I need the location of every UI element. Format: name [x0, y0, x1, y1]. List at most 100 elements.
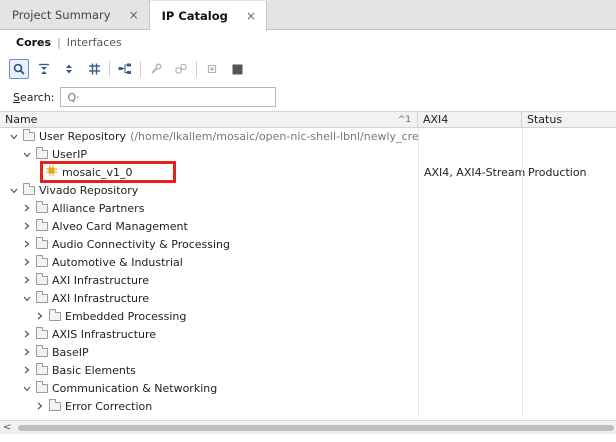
name-cell: Communication & Networking — [0, 380, 418, 398]
toolbar-divider — [140, 61, 141, 77]
tree-row[interactable]: AXI Infrastructure — [0, 290, 616, 308]
toolbar-divider — [109, 61, 110, 77]
tree-row[interactable]: Vivado Repository — [0, 182, 616, 200]
tree-item-label: Audio Connectivity & Processing — [52, 238, 230, 251]
tree-row[interactable]: mosaic_v1_0 AXI4, AXI4-Stream Production — [0, 164, 616, 182]
tree-row[interactable]: UserIP — [0, 146, 616, 164]
name-cell: AXI Infrastructure — [0, 290, 418, 308]
tree-row[interactable]: AXI Infrastructure — [0, 272, 616, 290]
scrollbar-thumb[interactable] — [18, 425, 614, 431]
chevron-right-icon[interactable] — [21, 255, 33, 272]
tab-separator: | — [57, 35, 61, 49]
search-box[interactable] — [59, 87, 276, 107]
folder-icon — [49, 399, 61, 411]
tree-row[interactable]: User Repository (/home/lkallem/mosaic/ope… — [0, 128, 616, 146]
chevron-right-icon[interactable] — [21, 201, 33, 218]
tab-project-summary[interactable]: Project Summary × — [0, 0, 150, 29]
tree-item-label: Alliance Partners — [52, 202, 145, 215]
chevron-right-icon[interactable] — [34, 309, 46, 326]
tree-row[interactable]: AXIS Infrastructure — [0, 326, 616, 344]
tree-row[interactable]: Embedded Processing — [0, 308, 616, 326]
tree-row[interactable]: Alveo Card Management — [0, 218, 616, 236]
ip-catalog-tree: User Repository (/home/lkallem/mosaic/ope… — [0, 128, 616, 416]
close-icon[interactable]: × — [246, 9, 256, 23]
chevron-right-icon[interactable] — [21, 273, 33, 290]
axi4-cell: AXI4, AXI4-Stream — [418, 164, 525, 182]
status-cell — [522, 254, 616, 272]
folder-icon — [49, 309, 61, 321]
column-header-status[interactable]: Status — [522, 112, 616, 128]
expand-all-icon[interactable] — [59, 59, 79, 79]
repository-path: (/home/lkallem/mosaic/open-nic-shell-lbn… — [130, 130, 418, 143]
horizontal-scrollbar[interactable]: < — [0, 420, 616, 434]
axi4-cell — [418, 254, 522, 272]
tree-row[interactable]: Automotive & Industrial — [0, 254, 616, 272]
axi4-cell — [418, 398, 522, 416]
tab-ip-catalog[interactable]: IP Catalog × — [149, 1, 267, 31]
chevron-right-icon[interactable] — [21, 327, 33, 344]
status-cell — [522, 362, 616, 380]
search-row: Search: — [0, 86, 616, 108]
status-cell — [522, 380, 616, 398]
status-cell — [522, 146, 616, 164]
hierarchy-icon[interactable] — [115, 59, 135, 79]
chevron-down-icon[interactable] — [21, 381, 33, 398]
status-cell — [522, 398, 616, 416]
chevron-right-icon[interactable] — [21, 219, 33, 236]
tab-cores[interactable]: Cores — [16, 36, 51, 49]
tree-item-label: UserIP — [52, 148, 87, 161]
name-cell: Alveo Card Management — [0, 218, 418, 236]
column-header-name[interactable]: Name ^1 — [0, 112, 418, 128]
tree-row[interactable]: Alliance Partners — [0, 200, 616, 218]
tree-row[interactable]: BaseIP — [0, 344, 616, 362]
tree-item-label: BaseIP — [52, 346, 89, 359]
chip-icon[interactable] — [202, 59, 222, 79]
tab-interfaces[interactable]: Interfaces — [67, 36, 122, 49]
name-cell: Alliance Partners — [0, 200, 418, 218]
tree-row[interactable]: Communication & Networking — [0, 380, 616, 398]
chevron-down-icon[interactable] — [21, 291, 33, 308]
axi4-cell — [418, 272, 522, 290]
search-icon[interactable] — [9, 59, 29, 79]
status-cell — [522, 344, 616, 362]
search-label: Search: — [13, 90, 55, 104]
tree-row[interactable]: Audio Connectivity & Processing — [0, 236, 616, 254]
search-input[interactable] — [67, 90, 275, 104]
tree-row[interactable]: Error Correction — [0, 398, 616, 416]
axi4-cell — [418, 290, 522, 308]
folder-icon — [36, 201, 48, 213]
chevron-right-icon[interactable] — [34, 399, 46, 416]
name-cell: Automotive & Industrial — [0, 254, 418, 272]
chevron-right-icon[interactable] — [21, 345, 33, 362]
tree-row[interactable]: Basic Elements — [0, 362, 616, 380]
axi4-cell — [418, 146, 522, 164]
status-cell — [522, 236, 616, 254]
status-cell — [522, 272, 616, 290]
wrench-icon[interactable] — [146, 59, 166, 79]
chevron-down-icon[interactable] — [21, 147, 33, 164]
catalog-toolbar — [0, 56, 616, 82]
name-cell: Vivado Repository — [0, 182, 418, 200]
scroll-left-icon[interactable]: < — [3, 421, 11, 434]
close-icon[interactable]: × — [129, 8, 139, 22]
chevron-down-icon[interactable] — [8, 183, 20, 200]
link-icon[interactable] — [171, 59, 191, 79]
ip-core-icon — [46, 164, 60, 182]
status-cell: Production — [522, 164, 616, 182]
chevron-down-icon[interactable] — [8, 129, 20, 146]
filter-icon[interactable] — [84, 59, 104, 79]
chevron-right-icon[interactable] — [21, 363, 33, 380]
axi4-cell — [418, 380, 522, 398]
column-header-axi4[interactable]: AXI4 — [418, 112, 522, 128]
status-cell — [522, 128, 616, 146]
tree-item-label: Error Correction — [65, 400, 153, 413]
collapse-all-icon[interactable] — [34, 59, 54, 79]
stop-icon[interactable] — [227, 59, 247, 79]
tab-label: IP Catalog — [161, 9, 228, 23]
chevron-right-icon[interactable] — [21, 237, 33, 254]
sort-ascending-icon: ^1 — [397, 115, 411, 125]
status-cell — [522, 308, 616, 326]
name-cell: mosaic_v1_0 — [0, 164, 418, 182]
folder-icon — [36, 219, 48, 231]
axi4-cell — [418, 236, 522, 254]
